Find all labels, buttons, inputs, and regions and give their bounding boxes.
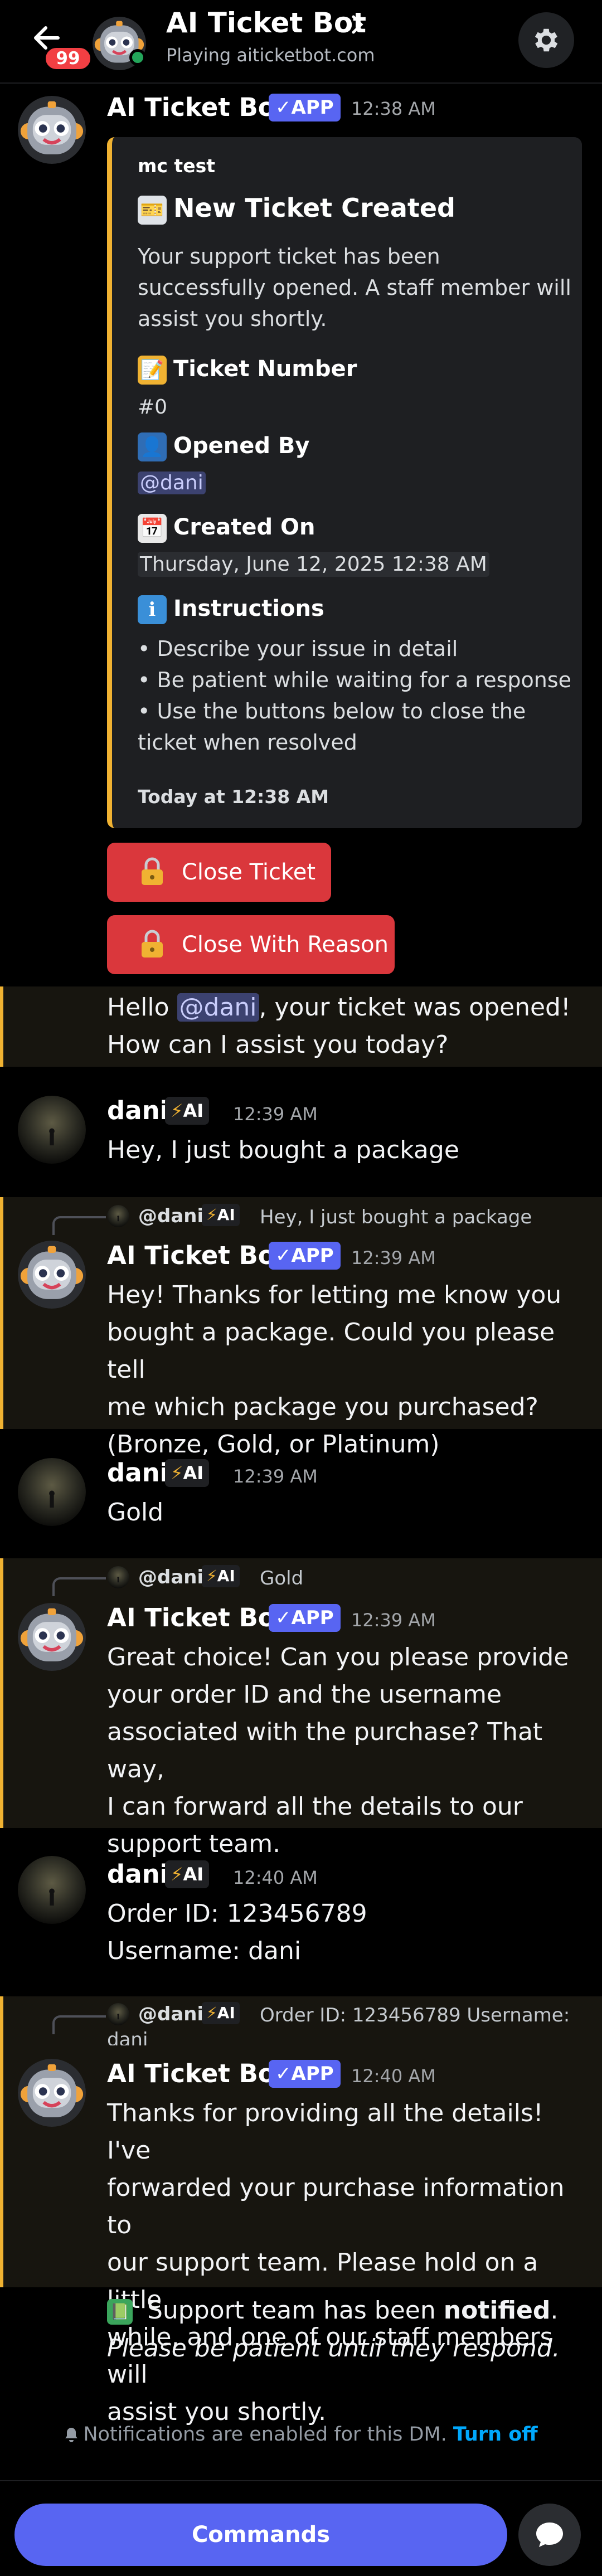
message-author[interactable]: dani xyxy=(107,1096,168,1125)
ai-tag: ⚡AI xyxy=(202,1565,240,1587)
embed-title-text: New Ticket Created xyxy=(173,193,455,223)
field-instructions: ℹ Instructions xyxy=(138,595,324,624)
message-content: Great choice! Can you please provide you… xyxy=(107,1643,569,1858)
field-ticket-number: 📝 Ticket Number xyxy=(138,356,357,385)
reply-author[interactable]: @dani xyxy=(138,1566,203,1588)
message-content: Hey, I just bought a package xyxy=(107,1136,459,1164)
user-avatar[interactable] xyxy=(18,1856,86,1924)
message-author[interactable]: AI Ticket Bot xyxy=(107,1241,287,1270)
bot-avatar[interactable] xyxy=(18,1241,86,1309)
message-timestamp: 12:39 AM xyxy=(351,1610,436,1631)
message-author[interactable]: dani xyxy=(107,1859,168,1889)
memo-emoji-icon: 📝 xyxy=(138,356,167,385)
message-timestamp: 12:40 AM xyxy=(233,1867,318,1888)
ai-tag: ⚡AI xyxy=(165,1860,210,1888)
message-author[interactable]: AI Ticket Bot xyxy=(107,93,287,122)
field-created-on: 📅 Created On xyxy=(138,514,315,543)
message-timestamp: 12:39 AM xyxy=(233,1466,318,1487)
message-author[interactable]: AI Ticket Bot xyxy=(107,2059,287,2088)
message-content: Thanks for providing all the details! I'… xyxy=(107,2099,565,2426)
online-status-indicator xyxy=(129,49,146,66)
lock-icon xyxy=(137,857,167,887)
user-mention[interactable]: @dani xyxy=(138,472,206,494)
reply-preview-text[interactable]: Order ID: 123456789 Username: xyxy=(260,2004,570,2026)
reply-preview-text[interactable]: Hey, I just bought a package xyxy=(260,1206,532,1228)
system-note-line2: Please be patient until they respond. xyxy=(107,2334,560,2363)
ai-tag: ⚡AI xyxy=(165,1097,210,1125)
lock-with-pen-icon xyxy=(137,930,167,960)
chat-bubble-icon[interactable] xyxy=(518,2504,581,2566)
channel-title[interactable]: AI Ticket Bot xyxy=(166,7,366,39)
commands-button[interactable]: Commands xyxy=(14,2504,507,2566)
reply-avatar xyxy=(107,2003,129,2025)
ticket-emoji-icon: 🎫 xyxy=(138,195,167,225)
ai-tag: ⚡AI xyxy=(202,2002,240,2024)
turn-off-link[interactable]: Turn off xyxy=(453,2423,538,2446)
instruction-item: • Be patient while waiting for a respons… xyxy=(138,668,572,692)
embed-author: mc test xyxy=(138,155,216,177)
message-author[interactable]: AI Ticket Bot xyxy=(107,1603,287,1632)
calendar-emoji-icon: 📅 xyxy=(138,514,167,543)
embed-title: 🎫 New Ticket Created xyxy=(138,193,455,225)
settings-gear-icon[interactable] xyxy=(518,12,574,68)
reply-author[interactable]: @dani xyxy=(138,1205,203,1227)
message-content: Order ID: 123456789 Username: dani xyxy=(107,1899,367,1965)
app-tag: ✓APP xyxy=(269,94,341,121)
reply-author[interactable]: @dani xyxy=(138,2003,203,2025)
timestamp-value: Thursday, June 12, 2025 12:38 AM xyxy=(138,552,489,577)
instruction-item: • Describe your issue in detail xyxy=(138,636,458,661)
reply-preview-text[interactable]: Gold xyxy=(260,1567,303,1590)
bot-avatar[interactable] xyxy=(18,2059,86,2127)
message-content: Hey! Thanks for letting me know you boug… xyxy=(107,1281,562,1459)
info-emoji-icon: ℹ xyxy=(138,595,167,624)
message-content: Gold xyxy=(107,1498,164,1527)
system-note: 📗 Support team has been notified. xyxy=(107,2292,558,2330)
app-tag: ✓APP xyxy=(269,2060,341,2088)
reply-connector xyxy=(52,2015,106,2034)
ai-tag: ⚡AI xyxy=(202,1204,240,1226)
person-emoji-icon: 👤 xyxy=(138,432,167,461)
message-author[interactable]: dani xyxy=(107,1458,168,1488)
chat-header: 99 AI Ticket Bot Playing aiticketbot.com xyxy=(0,0,602,84)
close-with-reason-button[interactable]: Close With Reason xyxy=(107,915,395,974)
reply-avatar xyxy=(107,1566,129,1588)
app-tag: ✓APP xyxy=(269,1242,341,1270)
bot-avatar[interactable] xyxy=(18,96,86,164)
ticket-embed: mc test 🎫 New Ticket Created Your support… xyxy=(107,137,582,828)
app-tag: ✓APP xyxy=(269,1604,341,1632)
bottom-bar: Commands xyxy=(0,2480,602,2576)
message-timestamp: 12:38 AM xyxy=(351,98,436,119)
unread-badge: 99 xyxy=(43,46,93,71)
user-mention[interactable]: @dani xyxy=(177,993,259,1022)
field-opened-by: 👤 Opened By xyxy=(138,432,310,461)
reply-preview-text-overflow: dani xyxy=(107,2029,148,2045)
ai-tag: ⚡AI xyxy=(165,1459,210,1487)
bell-icon xyxy=(65,2428,78,2442)
close-ticket-button[interactable]: Close Ticket xyxy=(107,843,331,902)
user-avatar[interactable] xyxy=(18,1458,86,1526)
message-timestamp: 12:39 AM xyxy=(351,1247,436,1268)
reply-connector xyxy=(52,1216,106,1235)
chevron-right-icon[interactable] xyxy=(349,13,366,41)
user-avatar[interactable] xyxy=(18,1096,86,1164)
instruction-item: ticket when resolved xyxy=(138,730,357,755)
reply-avatar xyxy=(107,1205,129,1227)
embed-description: Your support ticket has been successfull… xyxy=(138,244,571,331)
notification-banner: Notifications are enabled for this DM. T… xyxy=(0,2423,602,2446)
green-book-emoji-icon: 📗 xyxy=(107,2299,133,2325)
message-timestamp: 12:40 AM xyxy=(351,2065,436,2087)
message-timestamp: 12:39 AM xyxy=(233,1104,318,1125)
embed-footer: Today at 12:38 AM xyxy=(138,786,329,808)
greeting-message: Hello @dani, your ticket was opened! How… xyxy=(107,993,571,1059)
activity-status: Playing aiticketbot.com xyxy=(166,45,375,66)
bot-avatar[interactable] xyxy=(18,1603,86,1671)
field-value: #0 xyxy=(138,396,168,419)
instruction-item: • Use the buttons below to close the xyxy=(138,699,526,723)
reply-connector xyxy=(52,1577,106,1596)
